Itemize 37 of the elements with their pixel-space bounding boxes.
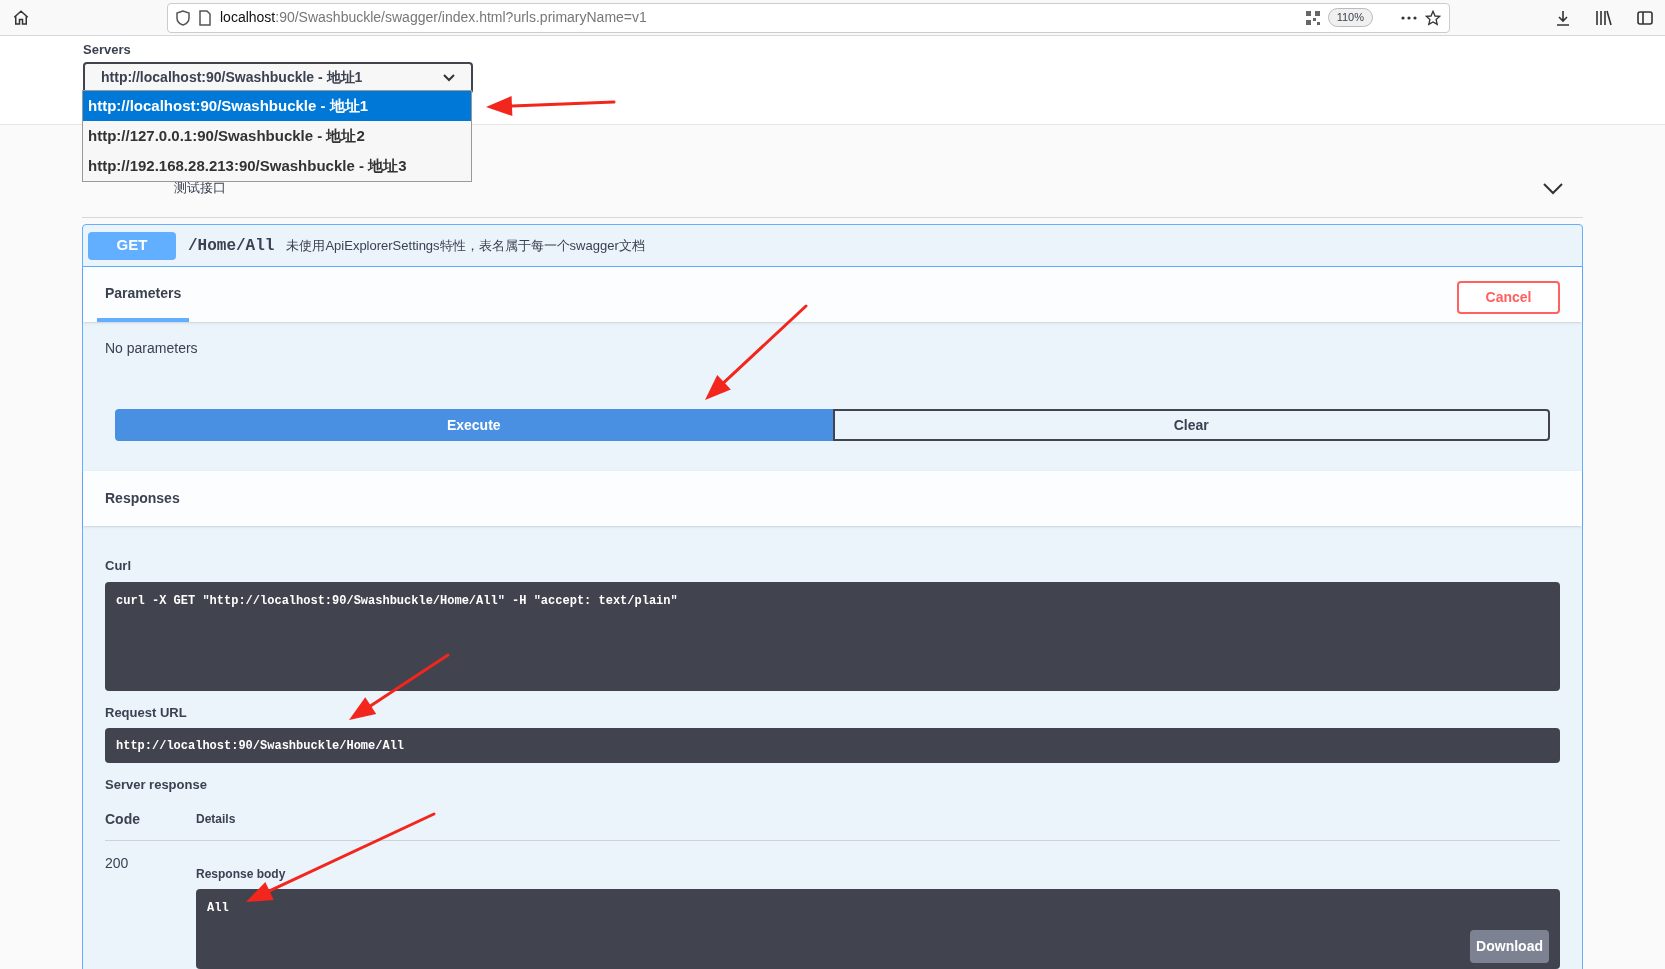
star-icon[interactable] <box>1425 9 1441 26</box>
operation-path[interactable]: /Home/All <box>188 233 275 258</box>
shield-icon <box>176 9 190 26</box>
download-button[interactable]: Download <box>1470 929 1549 963</box>
sidebar-icon[interactable] <box>1637 9 1653 26</box>
clear-button[interactable]: Clear <box>832 409 1550 441</box>
curl-code-block: curl -X GET "http://localhost:90/Swashbuckle/Home/All" -H "accept: text/plain" <box>105 581 1560 691</box>
curl-label: Curl <box>105 557 132 575</box>
method-badge: GET <box>88 231 176 260</box>
address-bar[interactable]: localhost:90/Swashbuckle/swagger/index.html?urls.primaryName=v1 110% <box>167 2 1450 33</box>
library-icon[interactable] <box>1595 9 1613 26</box>
no-parameters-text: No parameters <box>105 339 199 358</box>
details-heading: Details <box>196 811 236 828</box>
section-description: 测试接口 <box>174 178 226 197</box>
code-heading: Code <box>105 809 141 829</box>
zoom-badge[interactable]: 110% <box>1327 8 1373 27</box>
chevron-down-icon[interactable] <box>1543 183 1563 195</box>
home-icon[interactable] <box>12 8 30 27</box>
response-body-label: Response body <box>196 865 287 883</box>
url-text: localhost:90/Swashbuckle/swagger/index.html?urls.primaryName=v1 <box>220 8 647 27</box>
request-url-block: http://localhost:90/Swashbuckle/Home/All <box>105 728 1560 763</box>
server-option[interactable]: http://localhost:90/Swashbuckle - 地址1 <box>83 91 471 121</box>
qr-code-icon[interactable] <box>1305 10 1320 25</box>
operation-summary: 未使用ApiExplorerSettings特性，表名属于每一个swagger文档 <box>286 236 645 255</box>
response-body-text: All <box>207 899 229 917</box>
server-response-label: Server response <box>105 776 208 794</box>
download-icon[interactable] <box>1555 9 1571 26</box>
response-code: 200 <box>105 853 130 873</box>
chevron-down-icon <box>443 73 455 82</box>
server-option[interactable]: http://127.0.0.1:90/Swashbuckle - 地址2 <box>83 121 471 151</box>
responses-title: Responses <box>105 489 180 508</box>
more-icon[interactable] <box>1401 15 1417 20</box>
servers-label: Servers <box>83 41 132 59</box>
request-url-label: Request URL <box>105 703 188 722</box>
parameters-tab[interactable]: Parameters <box>97 283 190 322</box>
server-option[interactable]: http://192.168.28.213:90/Swashbuckle - 地址3 <box>83 151 471 181</box>
page-icon <box>198 9 212 26</box>
